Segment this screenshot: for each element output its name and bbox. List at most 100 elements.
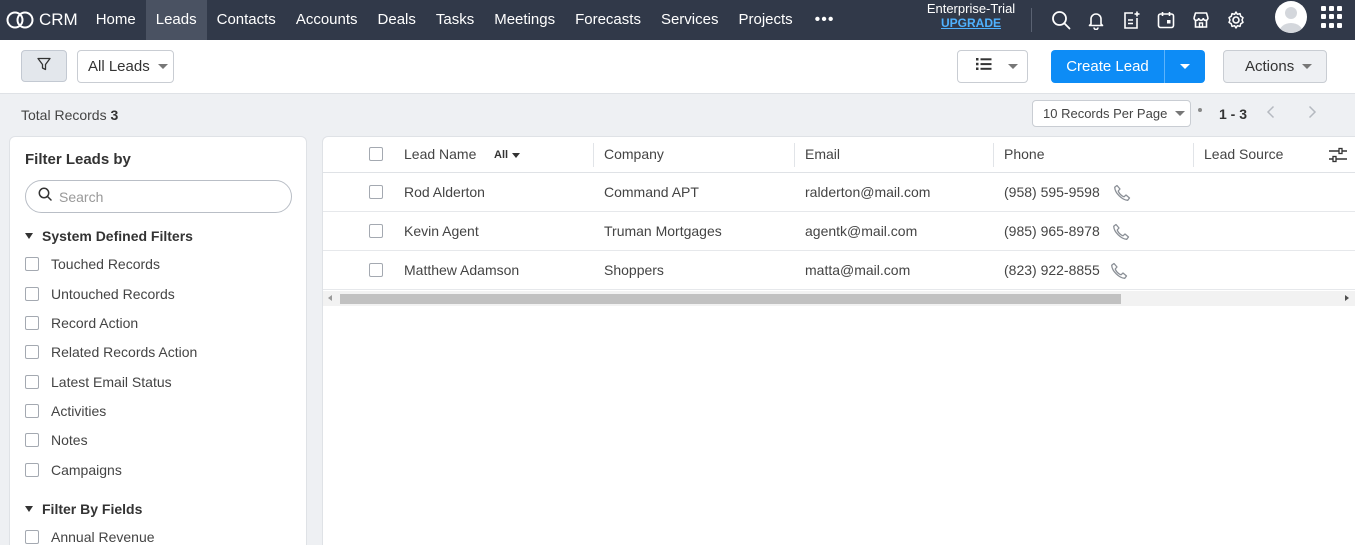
- next-page-icon[interactable]: [1302, 102, 1322, 122]
- search-icon: [38, 187, 52, 206]
- company-cell: Shoppers: [604, 262, 664, 278]
- column-header-company[interactable]: Company: [604, 137, 664, 173]
- email-cell[interactable]: ralderton@mail.com: [805, 173, 930, 212]
- phone-icon[interactable]: [1113, 184, 1131, 207]
- checkbox[interactable]: [25, 316, 39, 330]
- brand[interactable]: CRM: [0, 0, 86, 40]
- nav-forecasts[interactable]: Forecasts: [565, 0, 651, 40]
- nav-more-button[interactable]: •••: [803, 0, 847, 40]
- table-row[interactable]: Matthew Adamson Shoppers matta@mail.com …: [323, 251, 1355, 290]
- checkbox[interactable]: [25, 287, 39, 301]
- filter-item-label: Notes: [51, 432, 88, 448]
- avatar[interactable]: [1275, 1, 1307, 33]
- prev-page-icon[interactable]: [1261, 102, 1281, 122]
- column-divider: [593, 143, 594, 167]
- column-header-lead-source[interactable]: Lead Source: [1204, 137, 1283, 173]
- nav-home[interactable]: Home: [86, 0, 146, 40]
- chevron-down-icon: [157, 64, 168, 69]
- filter-toggle-button[interactable]: [21, 50, 67, 82]
- total-records-count: 3: [110, 107, 119, 123]
- filter-item-label: Untouched Records: [51, 286, 175, 302]
- filter-item: Activities: [25, 403, 106, 419]
- scrollbar-thumb[interactable]: [340, 294, 1121, 304]
- select-all-checkbox[interactable]: [369, 147, 383, 161]
- marketplace-icon[interactable]: [1183, 0, 1218, 40]
- filter-item-label: Latest Email Status: [51, 374, 172, 390]
- row-checkbox[interactable]: [369, 263, 383, 277]
- column-header-lead-name[interactable]: Lead Name: [404, 137, 476, 173]
- scroll-right-icon[interactable]: [1345, 295, 1349, 301]
- gear-icon[interactable]: [1218, 0, 1253, 40]
- bell-icon[interactable]: [1078, 0, 1113, 40]
- phone-icon[interactable]: [1110, 262, 1128, 285]
- field-filters-section[interactable]: Filter By Fields: [25, 501, 142, 517]
- email-cell[interactable]: matta@mail.com: [805, 251, 910, 290]
- funnel-icon: [36, 56, 52, 77]
- nav-deals[interactable]: Deals: [368, 0, 426, 40]
- filter-search-input[interactable]: [59, 188, 269, 205]
- chevron-down-icon: [1008, 64, 1018, 69]
- field-filters-label: Filter By Fields: [42, 501, 143, 517]
- records-bar: Total Records 3 10 Records Per Page 1 - …: [0, 95, 1355, 135]
- column-header-phone[interactable]: Phone: [1004, 137, 1044, 173]
- nav-leads[interactable]: Leads: [145, 0, 207, 40]
- app-grid-icon[interactable]: [1321, 6, 1343, 28]
- nav-services[interactable]: Services: [651, 0, 729, 40]
- list-view-button[interactable]: [957, 50, 1028, 83]
- checkbox[interactable]: [25, 463, 39, 477]
- separator-dot: [1198, 108, 1202, 112]
- filter-item: Touched Records: [25, 256, 160, 272]
- checkbox[interactable]: [25, 433, 39, 447]
- search-icon[interactable]: [1043, 0, 1078, 40]
- add-note-icon[interactable]: [1113, 0, 1148, 40]
- checkbox[interactable]: [25, 257, 39, 271]
- lead-name-cell[interactable]: Kevin Agent: [404, 212, 479, 251]
- upgrade-link[interactable]: UPGRADE: [920, 16, 1022, 31]
- checkbox[interactable]: [25, 375, 39, 389]
- total-records: Total Records 3: [21, 107, 118, 123]
- column-divider: [794, 143, 795, 167]
- column-header-email[interactable]: Email: [805, 137, 840, 173]
- nav-contacts[interactable]: Contacts: [207, 0, 286, 40]
- lead-name-cell[interactable]: Matthew Adamson: [404, 251, 519, 290]
- nav-tasks[interactable]: Tasks: [426, 0, 484, 40]
- scroll-left-icon[interactable]: [328, 295, 332, 301]
- create-lead-button[interactable]: Create Lead: [1051, 50, 1205, 83]
- chevron-down-icon: [1175, 111, 1186, 116]
- view-select[interactable]: All Leads: [77, 50, 174, 83]
- create-lead-dropdown[interactable]: [1165, 50, 1205, 83]
- phone-cell: (958) 595-9598: [1004, 184, 1100, 200]
- nav-divider: [1031, 8, 1032, 32]
- checkbox[interactable]: [25, 404, 39, 418]
- checkbox[interactable]: [25, 345, 39, 359]
- records-per-page-label: 10 Records Per Page: [1043, 106, 1168, 121]
- filter-item-label: Campaigns: [51, 462, 122, 478]
- table-row[interactable]: Kevin Agent Truman Mortgages agentk@mail…: [323, 212, 1355, 251]
- chevron-down-icon: [512, 152, 521, 158]
- horizontal-scrollbar[interactable]: [323, 291, 1355, 306]
- phone-icon[interactable]: [1112, 223, 1130, 246]
- records-per-page-select[interactable]: 10 Records Per Page: [1032, 100, 1191, 127]
- nav-accounts[interactable]: Accounts: [286, 0, 368, 40]
- filter-panel-title: Filter Leads by: [25, 151, 131, 168]
- system-filters-section[interactable]: System Defined Filters: [25, 228, 193, 244]
- row-checkbox[interactable]: [369, 224, 383, 238]
- list-icon: [976, 57, 992, 76]
- table-header: Lead Name All Company Email Phone Lead S…: [323, 137, 1355, 173]
- create-lead-label[interactable]: Create Lead: [1051, 50, 1165, 83]
- column-settings-icon[interactable]: [1328, 146, 1348, 169]
- row-checkbox[interactable]: [369, 185, 383, 199]
- nav-projects[interactable]: Projects: [728, 0, 802, 40]
- lead-name-filter[interactable]: All: [494, 149, 521, 161]
- column-divider: [1193, 143, 1194, 167]
- caret-down-icon: [25, 506, 33, 512]
- lead-name-cell[interactable]: Rod Alderton: [404, 173, 485, 212]
- table-row[interactable]: Rod Alderton Command APT ralderton@mail.…: [323, 173, 1355, 212]
- leads-table: Lead Name All Company Email Phone Lead S…: [322, 136, 1355, 545]
- calendar-icon[interactable]: [1148, 0, 1183, 40]
- chevron-down-icon: [1302, 64, 1313, 69]
- nav-meetings[interactable]: Meetings: [484, 0, 565, 40]
- email-cell[interactable]: agentk@mail.com: [805, 212, 917, 251]
- checkbox[interactable]: [25, 530, 39, 544]
- actions-button[interactable]: Actions: [1223, 50, 1327, 83]
